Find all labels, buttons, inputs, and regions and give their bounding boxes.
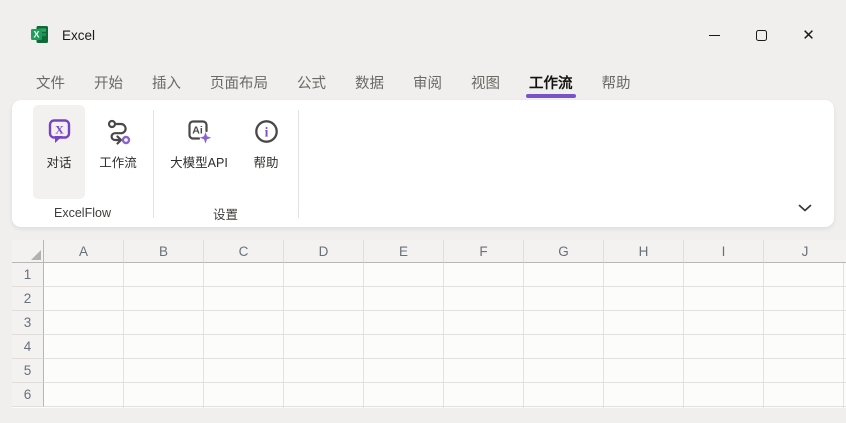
workflow-route-icon [105, 118, 132, 145]
ribbon-button-label: 帮助 [253, 152, 278, 171]
tab-help[interactable]: 帮助 [602, 64, 631, 100]
column-header-j[interactable]: J [764, 240, 846, 263]
tab-data[interactable]: 数据 [355, 64, 384, 100]
close-icon: ✕ [802, 28, 815, 43]
minimize-icon [709, 35, 720, 36]
maximize-icon [756, 30, 767, 41]
close-button[interactable]: ✕ [785, 18, 832, 52]
info-circle-icon: i [253, 118, 280, 145]
ribbon-button-label: 工作流 [99, 152, 137, 171]
spreadsheet-grid: A B C D E F G H I J 1 2 3 4 5 6 [12, 240, 846, 408]
row-header-3[interactable]: 3 [12, 311, 44, 335]
maximize-button[interactable] [738, 18, 785, 52]
column-header-d[interactable]: D [284, 240, 364, 263]
svg-text:i: i [264, 125, 268, 140]
tab-label: 帮助 [602, 72, 631, 93]
ai-sparkle-icon: Ai [186, 118, 213, 145]
row-header-column: 1 2 3 4 5 6 [12, 263, 44, 407]
minimize-button[interactable] [691, 18, 738, 52]
tab-formulas[interactable]: 公式 [297, 64, 326, 100]
window-controls: ✕ [691, 18, 832, 52]
window-title: Excel [62, 28, 95, 43]
column-header-a[interactable]: A [44, 240, 124, 263]
tab-label: 页面布局 [210, 72, 268, 93]
column-header-b[interactable]: B [124, 240, 204, 263]
svg-text:X: X [33, 30, 39, 40]
row-header-5[interactable]: 5 [12, 359, 44, 383]
ribbon-button-label: 对话 [46, 152, 71, 171]
column-header-f[interactable]: F [444, 240, 524, 263]
column-header-g[interactable]: G [524, 240, 604, 263]
collapse-ribbon-button[interactable] [792, 198, 818, 218]
ribbon-group-divider [298, 110, 299, 218]
active-tab-indicator [526, 94, 576, 98]
excel-app-icon: X [30, 25, 49, 44]
column-header-h[interactable]: H [604, 240, 684, 263]
tab-workflow[interactable]: 工作流 [529, 64, 573, 100]
row-header-2[interactable]: 2 [12, 287, 44, 311]
chat-bubble-x-icon: X [46, 118, 73, 145]
chevron-down-icon [798, 204, 812, 212]
select-all-corner[interactable] [12, 240, 44, 263]
column-header-i[interactable]: I [684, 240, 764, 263]
column-header-e[interactable]: E [364, 240, 444, 263]
select-all-triangle-icon [31, 250, 41, 260]
tab-label: 开始 [94, 72, 123, 93]
column-header-row: A B C D E F G H I J [12, 240, 846, 263]
tab-label: 工作流 [529, 72, 573, 93]
tab-label: 插入 [152, 72, 181, 93]
tab-review[interactable]: 审阅 [413, 64, 442, 100]
svg-text:X: X [55, 123, 64, 137]
svg-text:Ai: Ai [192, 125, 203, 137]
tab-label: 文件 [36, 72, 65, 93]
cell-area[interactable] [44, 263, 846, 408]
tab-insert[interactable]: 插入 [152, 64, 181, 100]
tab-label: 审阅 [413, 72, 442, 93]
ribbon-group-label-settings: 设置 [153, 203, 298, 223]
tab-view[interactable]: 视图 [471, 64, 500, 100]
ribbon-group-label-excelflow: ExcelFlow [12, 203, 153, 223]
ribbon-tab-bar: 文件 开始 插入 页面布局 公式 数据 审阅 视图 工作流 帮助 [0, 64, 846, 100]
tab-home[interactable]: 开始 [94, 64, 123, 100]
titlebar: X Excel ✕ [0, 0, 846, 60]
row-header-4[interactable]: 4 [12, 335, 44, 359]
row-header-1[interactable]: 1 [12, 263, 44, 287]
column-header-c[interactable]: C [204, 240, 284, 263]
tab-label: 公式 [297, 72, 326, 93]
ribbon-button-label: 大模型API [170, 152, 228, 171]
tab-file[interactable]: 文件 [36, 64, 65, 100]
ribbon-button-chat[interactable]: X 对话 [33, 105, 85, 199]
row-header-6[interactable]: 6 [12, 383, 44, 407]
tab-label: 视图 [471, 72, 500, 93]
ribbon-button-workflow[interactable]: 工作流 [88, 105, 148, 199]
ribbon-button-llm-api[interactable]: Ai 大模型API [158, 105, 240, 199]
tab-page-layout[interactable]: 页面布局 [210, 64, 268, 100]
ribbon-group-divider [153, 110, 154, 218]
ribbon-panel: X 对话 工作流 Ai 大模型API [12, 100, 834, 227]
tab-label: 数据 [355, 72, 384, 93]
ribbon-button-help[interactable]: i 帮助 [242, 105, 290, 199]
